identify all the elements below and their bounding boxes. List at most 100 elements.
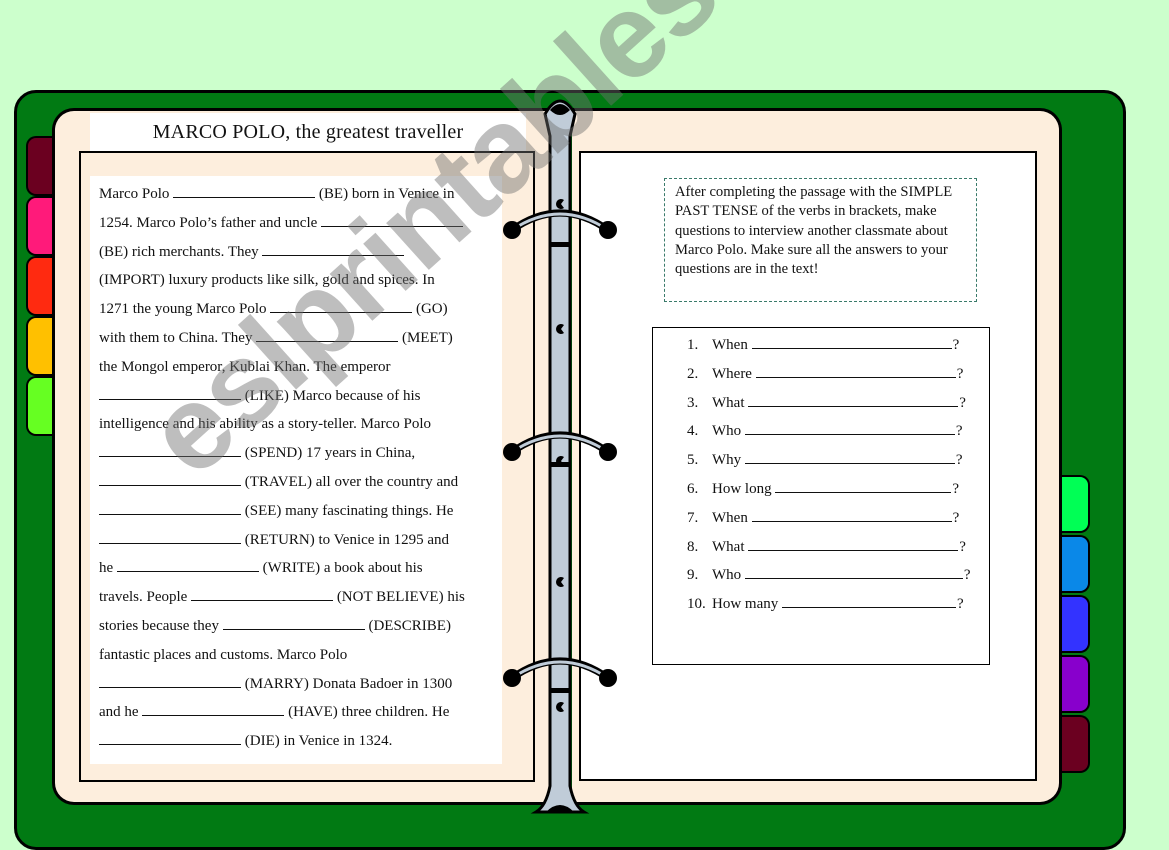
passage-line: Marco Polo (BE) born in Venice in	[99, 180, 494, 209]
passage-line: (MARRY) Donata Badoer in 1300	[99, 670, 494, 699]
question-blank[interactable]	[751, 332, 952, 349]
binder-spine	[503, 99, 617, 814]
passage-text: (NOT BELIEVE) his	[333, 589, 465, 606]
question-number: 8.	[687, 538, 699, 555]
question-word: Who	[712, 567, 742, 584]
question-number: 4.	[687, 423, 699, 440]
passage-line: (SPEND) 17 years in China,	[99, 439, 494, 468]
passage-line: the Mongol emperor, Kublai Khan. The emp…	[99, 353, 494, 382]
answer-blank[interactable]	[191, 584, 334, 602]
passage-line: travels. People (NOT BELIEVE) his	[99, 583, 494, 612]
answer-blank[interactable]	[99, 728, 241, 746]
answer-blank[interactable]	[116, 555, 259, 573]
answer-blank[interactable]	[99, 498, 241, 515]
question-blank[interactable]	[751, 505, 952, 522]
passage-line: (TRAVEL) all over the country and	[99, 468, 494, 497]
question-item: 7. When ?	[687, 505, 960, 526]
answer-blank[interactable]	[262, 239, 405, 256]
divider-tab-right-4[interactable]	[1060, 655, 1090, 713]
question-list: 1. When ? 2. Where ? 3. What ? 4. Who ? 5. Why ? 6…	[652, 327, 990, 665]
question-word: What	[712, 538, 745, 555]
question-blank[interactable]	[775, 476, 952, 493]
question-blank[interactable]	[748, 390, 959, 407]
passage-line: 1254. Marco Polo’s father and uncle	[99, 209, 494, 238]
question-blank[interactable]	[744, 418, 955, 436]
question-mark: ?	[955, 423, 963, 440]
passage-text: (GO)	[412, 301, 448, 318]
gap-fill-passage: Marco Polo (BE) born in Venice in 1254. M…	[90, 176, 502, 764]
passage-text: (BE) rich merchants. They	[99, 243, 263, 260]
question-number: 10.	[687, 596, 706, 613]
instructions-text: After completing the passage with the SI…	[675, 184, 953, 278]
passage-text: Marco Polo	[99, 186, 174, 202]
answer-blank[interactable]	[99, 671, 241, 688]
passage-text: (HAVE) three children. He	[284, 704, 450, 721]
question-item: 10. How many ?	[687, 591, 964, 613]
passage-line: (SEE) many fascinating things. He	[99, 497, 494, 526]
passage-text: with them to China. They	[99, 329, 257, 346]
divider-tab-right-2[interactable]	[1060, 535, 1090, 593]
answer-blank[interactable]	[321, 210, 464, 227]
passage-text: (MEET)	[398, 329, 453, 346]
question-number: 9.	[687, 567, 699, 584]
passage-text: and he	[99, 704, 143, 721]
question-word: Who	[712, 423, 742, 440]
answer-blank[interactable]	[173, 181, 316, 198]
answer-blank[interactable]	[142, 699, 285, 717]
question-word: What	[712, 394, 745, 411]
answer-blank[interactable]	[99, 383, 241, 400]
passage-text: 1271 the young Marco Polo	[99, 301, 271, 318]
passage-text: intelligence and his ability as a story-…	[99, 416, 431, 433]
passage-line: (DIE) in Venice in 1324.	[99, 727, 494, 756]
question-mark: ?	[959, 538, 966, 555]
answer-blank[interactable]	[99, 440, 241, 458]
question-blank[interactable]	[755, 361, 956, 378]
question-number: 6.	[687, 481, 699, 497]
question-mark: ?	[952, 337, 960, 353]
passage-text: (SEE) many fascinating things. He	[241, 502, 454, 519]
passage-text: the Mongol emperor, Kublai Khan. The emp…	[99, 358, 391, 375]
answer-blank[interactable]	[99, 469, 241, 486]
question-mark: ?	[952, 509, 960, 526]
question-blank[interactable]	[748, 534, 959, 551]
answer-blank[interactable]	[222, 613, 365, 630]
instructions-box: After completing the passage with the SI…	[664, 178, 977, 302]
passage-line: (BE) rich merchants. They	[99, 238, 494, 267]
divider-tab-right-5[interactable]	[1060, 715, 1090, 773]
question-mark: ?	[957, 596, 964, 613]
answer-blank[interactable]	[270, 296, 413, 314]
passage-text: (BE) born in Venice in	[315, 186, 455, 202]
question-item: 5. Why ?	[687, 447, 963, 469]
passage-text: fantastic places and customs. Marco Polo	[99, 646, 348, 663]
question-item: 2. Where ?	[687, 361, 963, 382]
question-mark: ?	[955, 452, 963, 469]
passage-text: (DESCRIBE)	[364, 617, 451, 634]
passage-text: (WRITE) a book about his	[258, 560, 423, 577]
passage-line: (RETURN) to Venice in 1295 and	[99, 526, 494, 555]
question-word: When	[712, 337, 748, 353]
answer-blank[interactable]	[99, 527, 241, 544]
passage-line: with them to China. They (MEET)	[99, 324, 494, 353]
passage-line: and he (HAVE) three children. He	[99, 698, 494, 727]
question-blank[interactable]	[744, 562, 963, 580]
question-word: Why	[712, 452, 742, 469]
answer-blank[interactable]	[256, 325, 399, 342]
question-mark: ?	[959, 394, 966, 411]
question-blank[interactable]	[782, 591, 956, 609]
passage-line: fantastic places and customs. Marco Polo	[99, 641, 494, 670]
divider-tab-right-3[interactable]	[1060, 595, 1090, 653]
passage-text: (IMPORT) luxury products like silk, gold…	[99, 272, 435, 289]
passage-line: intelligence and his ability as a story-…	[99, 410, 494, 439]
passage-text: (DIE) in Venice in 1324.	[241, 733, 393, 750]
passage-text: (MARRY) Donata Badoer in 1300	[241, 675, 453, 692]
question-item: 4. Who ?	[687, 418, 963, 440]
passage-text: 1254. Marco Polo’s father and uncle	[99, 214, 322, 231]
passage-text: (RETURN) to Venice in 1295 and	[241, 531, 450, 548]
question-blank[interactable]	[744, 447, 955, 465]
passage-line: 1271 the young Marco Polo (GO)	[99, 295, 494, 324]
question-mark: ?	[963, 567, 971, 584]
question-number: 3.	[687, 394, 699, 411]
passage-text: travels. People	[99, 589, 192, 606]
divider-tab-right-1[interactable]	[1060, 475, 1090, 533]
question-item: 1. When ?	[687, 332, 960, 353]
